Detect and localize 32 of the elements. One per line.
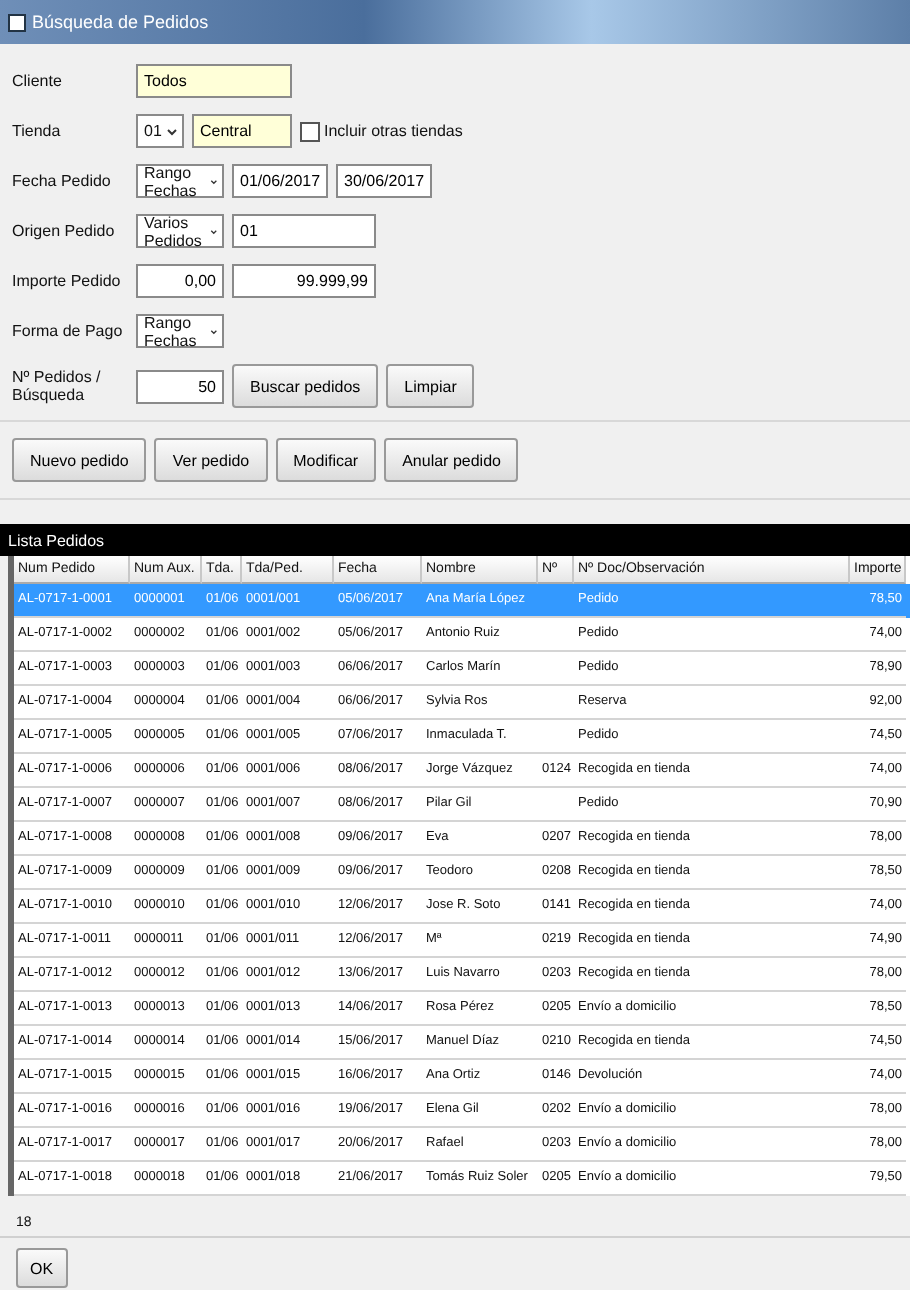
- clear-button[interactable]: Limpiar: [386, 364, 475, 408]
- field-label: Fecha Pedido: [12, 172, 113, 190]
- dropdown[interactable]: Varios Pedidos: [136, 214, 224, 248]
- action-button[interactable]: Modificar: [275, 438, 377, 482]
- field-label: Nº Pedidos / Búsqueda: [12, 368, 103, 404]
- dropdown[interactable]: Rango Fechas: [136, 164, 224, 198]
- checkbox[interactable]: [300, 121, 320, 141]
- field-label: Origen Pedido: [12, 222, 117, 240]
- action-button[interactable]: Nuevo pedido: [12, 438, 147, 482]
- date-field[interactable]: 30/06/2017: [336, 164, 432, 198]
- field-label: Cliente: [12, 72, 64, 90]
- field-label: Forma de Pago: [12, 322, 125, 340]
- ok-button[interactable]: OK: [16, 1248, 68, 1288]
- date-field[interactable]: 01/06/2017: [232, 164, 328, 198]
- count-field[interactable]: 50: [136, 369, 224, 403]
- dropdown[interactable]: 01: [136, 114, 184, 148]
- caret-icon: [166, 123, 178, 139]
- field-label: Tienda: [12, 122, 63, 140]
- window-icon: [8, 13, 26, 31]
- window-title: Búsqueda de Pedidos: [32, 12, 209, 32]
- action-button[interactable]: Anular pedido: [384, 438, 519, 482]
- list-title: Lista Pedidos: [0, 524, 910, 556]
- action-button[interactable]: Ver pedido: [154, 438, 268, 482]
- client-field[interactable]: Todos: [136, 64, 292, 98]
- dropdown[interactable]: Rango Fechas: [136, 314, 224, 348]
- amount-field[interactable]: 99.999,99: [232, 264, 376, 298]
- checkbox-label: Incluir otras tiendas: [324, 122, 463, 140]
- field-label: Importe Pedido: [12, 272, 123, 290]
- amount-field[interactable]: 0,00: [136, 264, 224, 298]
- origin-field[interactable]: 01: [232, 214, 376, 248]
- search-button[interactable]: Buscar pedidos: [232, 364, 379, 408]
- store-field[interactable]: Central: [192, 114, 292, 148]
